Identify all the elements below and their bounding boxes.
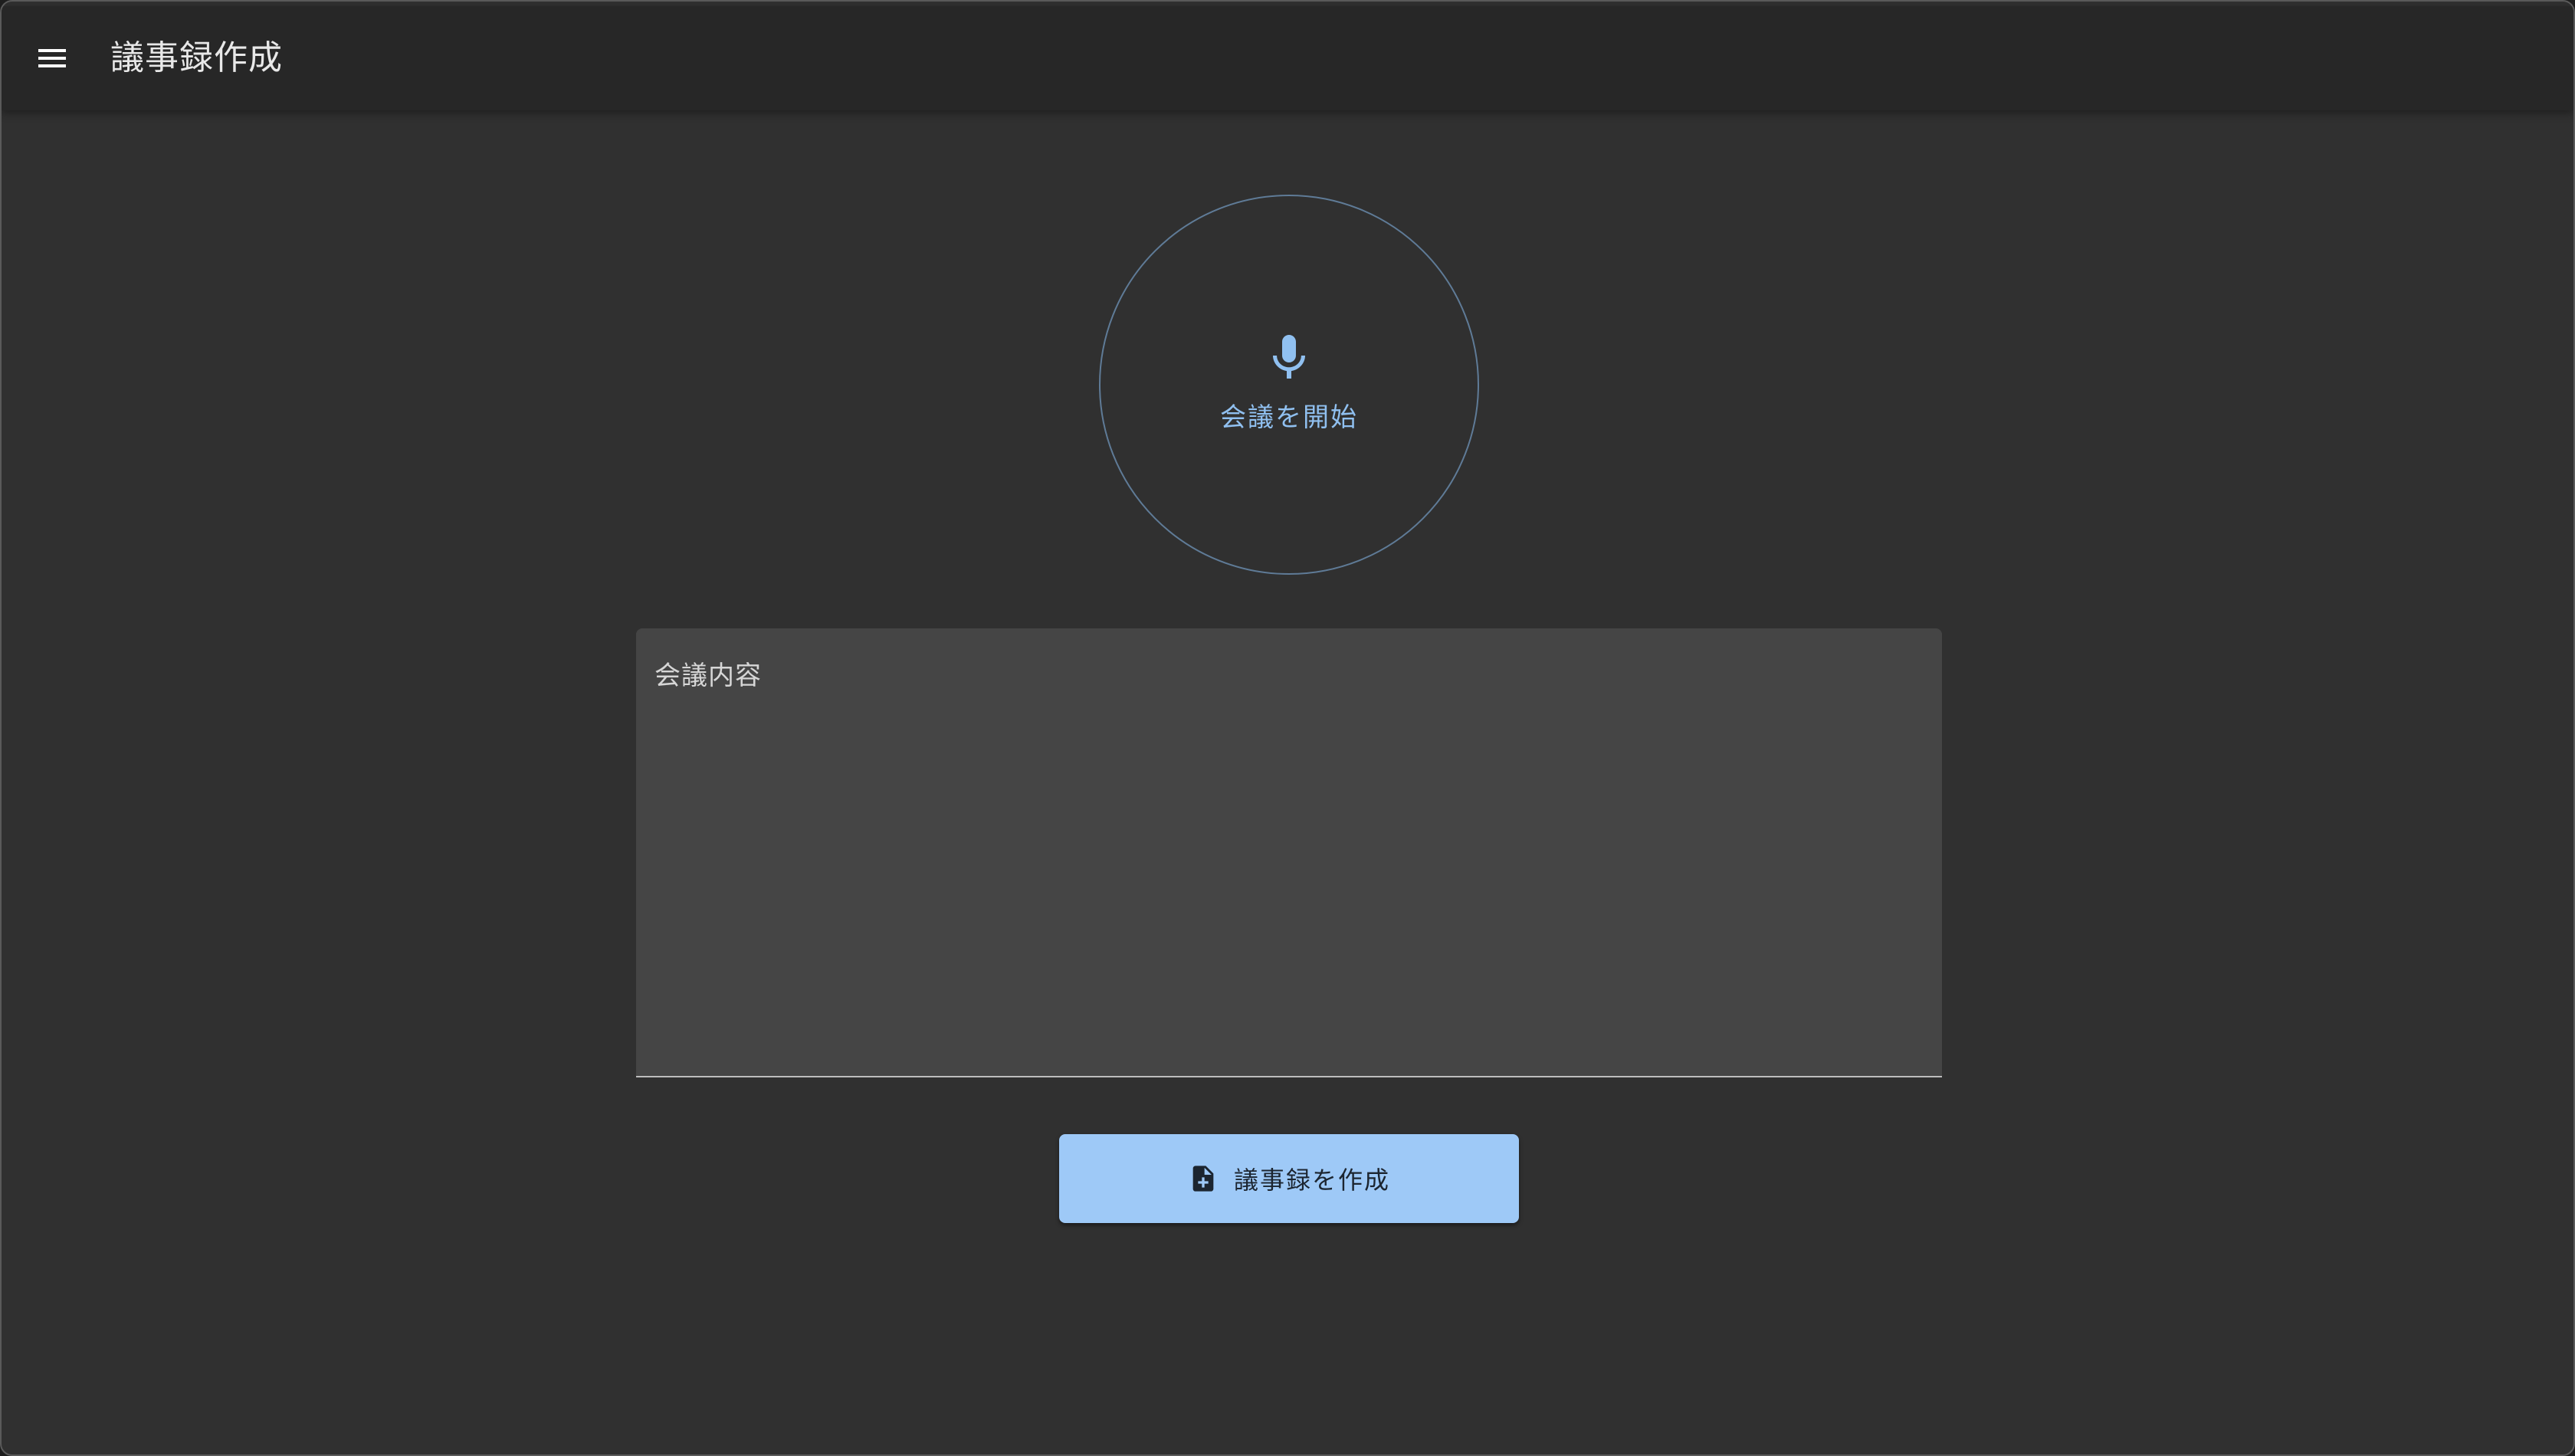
meeting-content-label: 会議内容: [654, 661, 762, 691]
start-meeting-label: 会議を開始: [1220, 402, 1358, 433]
meeting-content-input[interactable]: [654, 702, 1927, 1065]
app-bar: 議事録作成: [2, 6, 2573, 110]
menu-icon: [38, 49, 66, 67]
note-add-icon: [1192, 1166, 1214, 1192]
meeting-content-field[interactable]: 会議内容: [636, 628, 1942, 1077]
app-title: 議事録作成: [110, 38, 283, 77]
create-minutes-label: 議事録を作成: [1233, 1166, 1390, 1195]
create-minutes-button[interactable]: 議事録を作成: [1059, 1134, 1519, 1223]
menu-button[interactable]: [23, 29, 81, 87]
start-meeting-button[interactable]: 会議を開始: [1099, 195, 1479, 575]
microphone-icon: [1273, 334, 1305, 379]
app-window: 議事録作成 会議を開始 会議内容 議事録を作成: [0, 0, 2575, 1456]
